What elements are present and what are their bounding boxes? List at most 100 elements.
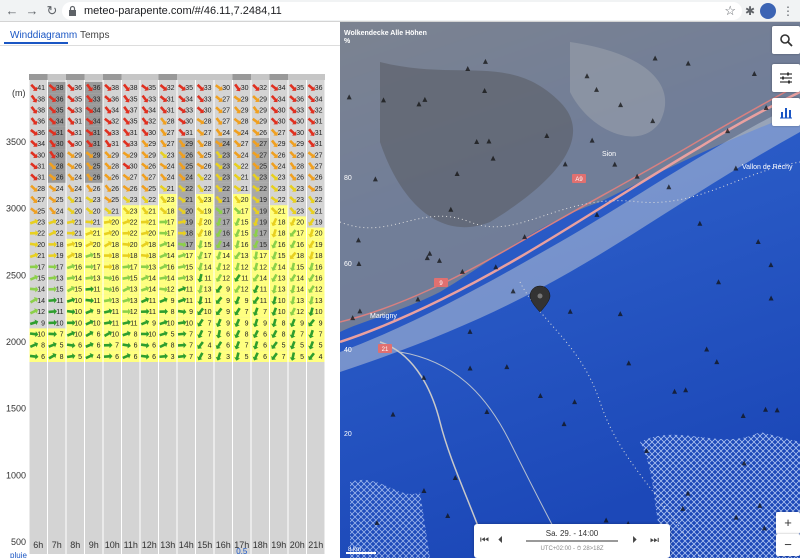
wind-speed-label: 10 <box>37 332 45 339</box>
wind-speed-label: 18 <box>130 253 138 260</box>
wind-speed-label: 38 <box>56 85 64 92</box>
wind-speed-label: 17 <box>222 220 230 227</box>
wind-speed-label: 6 <box>263 332 267 339</box>
wind-speed-label: 20 <box>185 208 193 215</box>
cloud-scale-value: 60 <box>344 261 352 268</box>
wind-speed-label: 7 <box>263 309 267 316</box>
wind-speed-label: 13 <box>241 253 249 260</box>
wind-speed-label: 29 <box>111 152 119 159</box>
next-time-button[interactable]: ⏵ <box>632 535 637 546</box>
wind-speed-label: 9 <box>152 320 156 327</box>
wind-speed-label: 34 <box>56 119 64 126</box>
wind-speed-label: 9 <box>226 298 230 305</box>
wind-speed-label: 7 <box>319 332 323 339</box>
settings-button[interactable] <box>772 64 800 92</box>
cloud-header-cell <box>195 74 214 80</box>
reload-button[interactable]: ↻ <box>44 3 60 19</box>
cloud-header-cell <box>140 74 159 80</box>
forward-button[interactable]: → <box>24 3 40 19</box>
wind-speed-label: 13 <box>148 264 156 271</box>
wind-speed-label: 5 <box>245 354 249 361</box>
search-button[interactable] <box>772 26 800 54</box>
wind-speed-label: 16 <box>315 264 323 271</box>
wind-speed-label: 29 <box>241 96 249 103</box>
time-slider[interactable] <box>526 540 618 542</box>
wind-speed-label: 29 <box>93 152 101 159</box>
wind-speed-label: 16 <box>296 242 304 249</box>
wind-speed-label: 18 <box>74 253 82 260</box>
wind-speed-label: 16 <box>241 242 249 249</box>
address-bar[interactable]: meteo-parapente.com/#/46.11,7.2484,11 ☆ <box>62 2 742 20</box>
wind-speed-label: 24 <box>167 164 175 171</box>
wind-speed-label: 10 <box>111 332 119 339</box>
wind-speed-label: 20 <box>315 231 323 238</box>
wind-speed-label: 23 <box>204 197 212 204</box>
wind-speed-label: 27 <box>241 141 249 148</box>
wind-speed-label: 11 <box>56 298 63 305</box>
wind-speed-label: 11 <box>93 287 100 294</box>
browser-menu-icon[interactable]: ⋮ <box>780 3 796 19</box>
wind-speed-label: 9 <box>300 320 304 327</box>
wind-speed-label: 9 <box>263 320 267 327</box>
profile-avatar[interactable] <box>760 3 776 19</box>
wind-speed-label: 15 <box>259 242 267 249</box>
map-panel[interactable]: Sion Martigny Vallon de Réchy A9 9 21 80 60 40 20… <box>340 22 800 558</box>
wind-speed-label: 8 <box>60 354 64 361</box>
wind-speed-label: 30 <box>37 152 45 159</box>
wind-speed-label: 10 <box>278 309 286 316</box>
wind-diagram-chart[interactable]: 41 38 36 36 38 38 35 32 35 33 30 30 32 34 35 3638 36 35 33… <box>0 46 340 558</box>
wind-speed-label: 20 <box>37 242 45 249</box>
wind-speed-label: 23 <box>222 164 230 171</box>
tab-winddiagramm[interactable]: Winddiagramm <box>10 30 77 41</box>
wind-speed-label: 30 <box>296 130 304 137</box>
wind-speed-label: 11 <box>204 276 211 283</box>
back-button[interactable]: ← <box>4 3 20 19</box>
tab-temps[interactable]: Temps <box>80 30 109 41</box>
wind-speed-label: 14 <box>296 276 304 283</box>
wind-speed-label: 22 <box>185 186 193 193</box>
time-control-bar: ⏮ ⏴ Sa. 29. - 14:00 UTC+02:00 - ⏱ 28>18Z… <box>474 524 670 558</box>
wind-speed-label: 17 <box>241 208 249 215</box>
zoom-out-button[interactable]: − <box>776 534 800 556</box>
wind-speed-label: 36 <box>37 119 45 126</box>
cloud-header-cell <box>232 74 251 80</box>
cloud-cover-map[interactable]: SionMartignyVallon de RéchyA992180604020 <box>340 22 800 558</box>
wind-speed-label: 24 <box>241 130 249 137</box>
altitude-tick-label: 2000 <box>6 337 26 347</box>
wind-speed-label: 9 <box>245 320 249 327</box>
wind-speed-label: 9 <box>245 298 249 305</box>
wind-speed-label: 11 <box>186 287 193 294</box>
wind-speed-label: 5 <box>60 343 64 350</box>
wind-speed-label: 16 <box>74 264 82 271</box>
hour-label: 12h <box>141 540 157 550</box>
wind-speed-label: 26 <box>93 186 101 193</box>
wind-speed-label: 23 <box>278 186 286 193</box>
bookmark-star-icon[interactable]: ☆ <box>724 3 736 19</box>
wind-speed-label: 23 <box>222 152 230 159</box>
wind-speed-label: 27 <box>130 175 138 182</box>
zoom-in-button[interactable]: + <box>776 512 800 534</box>
wind-speed-label: 29 <box>148 141 156 148</box>
wind-speed-label: 7 <box>60 332 64 339</box>
chart-button[interactable] <box>772 98 800 126</box>
wind-speed-label: 35 <box>56 108 64 115</box>
hour-label: 14h <box>178 540 194 550</box>
wind-speed-label: 3 <box>226 354 230 361</box>
wind-speed-label: 21 <box>185 197 193 204</box>
wind-speed-label: 10 <box>185 320 193 327</box>
wind-speed-label: 26 <box>93 175 101 182</box>
wind-speed-label: 31 <box>56 130 64 137</box>
wind-speed-label: 8 <box>245 332 249 339</box>
last-time-button[interactable]: ⏭ <box>650 535 659 546</box>
wind-speed-label: 10 <box>74 309 82 316</box>
wind-speed-label: 7 <box>189 354 193 361</box>
wind-speed-label: 10 <box>56 320 64 327</box>
wind-speed-label: 6 <box>152 343 156 350</box>
extensions-icon[interactable]: ✱ <box>742 3 758 19</box>
wind-speed-label: 18 <box>148 242 156 249</box>
wind-speed-label: 14 <box>37 287 45 294</box>
wind-speed-label: 15 <box>278 253 286 260</box>
wind-speed-label: 12 <box>167 287 175 294</box>
wind-speed-label: 22 <box>315 197 323 204</box>
wind-speed-label: 20 <box>93 208 101 215</box>
